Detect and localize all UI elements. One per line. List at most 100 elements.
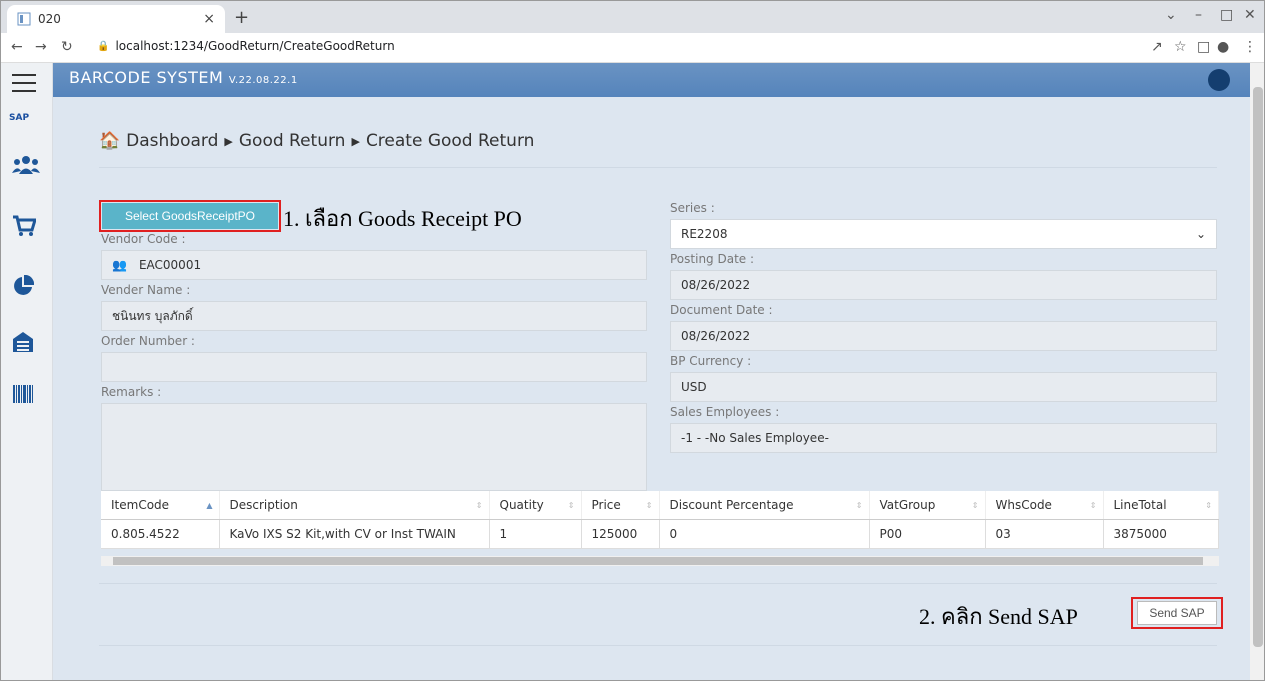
bookmark-star-icon[interactable]: ☆ [1174, 39, 1187, 55]
scrollbar-thumb[interactable] [113, 557, 1203, 565]
home-icon: 🏠 [99, 131, 121, 151]
user-account-icon[interactable] [1208, 69, 1230, 91]
barcode-icon[interactable] [12, 385, 34, 403]
hamburger-menu-icon[interactable] [12, 74, 36, 92]
sort-icon: ⇕ [475, 501, 483, 510]
remarks-label: Remarks : [101, 385, 162, 399]
column-header-price[interactable]: Price ⇕ [581, 491, 660, 520]
back-icon[interactable]: ← [11, 39, 23, 55]
items-table: ItemCode ▲ Description ⇕ Quatity ⇕ Price ⇕ D… [101, 491, 1219, 549]
send-sap-button[interactable]: Send SAP [1137, 601, 1217, 625]
column-header-linetotal[interactable]: LineTotal ⇕ [1103, 491, 1219, 520]
users-icon: 👥 [112, 258, 127, 272]
sidebar: SAP [1, 63, 53, 680]
table-horizontal-scrollbar[interactable] [101, 556, 1219, 566]
app-brand: BARCODE SYSTEM V.22.08.22.1 [69, 68, 298, 87]
breadcrumb-arrow-icon: ▶ [224, 134, 233, 148]
warehouse-icon[interactable] [12, 331, 34, 353]
new-tab-button[interactable]: + [234, 7, 249, 28]
column-header-discount[interactable]: Discount Percentage ⇕ [659, 491, 870, 520]
series-label: Series : [670, 201, 715, 215]
sort-icon: ⇕ [971, 501, 979, 510]
order-number-label: Order Number : [101, 334, 195, 348]
sort-asc-icon: ▲ [206, 501, 213, 510]
pie-chart-icon[interactable] [12, 275, 34, 297]
tab-title: 020 [38, 12, 61, 26]
table-header-row: ItemCode ▲ Description ⇕ Quatity ⇕ Price ⇕ D… [101, 491, 1219, 520]
sales-employees-field[interactable]: -1 - -No Sales Employee- [670, 423, 1217, 453]
url-text: localhost:1234/GoodReturn/CreateGoodRetu… [115, 39, 395, 53]
breadcrumb-create-good-return: Create Good Return [365, 131, 535, 151]
sales-employees-label: Sales Employees : [670, 405, 780, 419]
profile-icon[interactable]: ● [1217, 39, 1229, 55]
chevron-down-icon: ⌄ [1195, 227, 1206, 241]
reload-icon[interactable]: ↻ [61, 39, 73, 55]
highlight-box [99, 200, 281, 232]
sort-icon: ⇕ [1205, 501, 1212, 510]
sort-icon: ⇕ [1089, 501, 1097, 510]
column-header-whscode[interactable]: WhsCode ⇕ [985, 491, 1104, 520]
browser-tab[interactable]: 020 × [7, 5, 225, 33]
column-header-quantity[interactable]: Quatity ⇕ [489, 491, 582, 520]
posting-date-field[interactable]: 08/26/2022 [670, 270, 1217, 300]
minimize-icon[interactable]: – [1195, 7, 1202, 23]
table-row[interactable]: 0.805.4522 KaVo IXS S2 Kit,with CV or In… [101, 519, 1219, 549]
divider [99, 167, 1217, 168]
main-content: 🏠 Dashboard ▶ Good Return ▶ Create Good … [53, 97, 1250, 680]
users-icon[interactable] [12, 155, 40, 175]
series-value: RE2208 [681, 227, 728, 241]
document-date-field[interactable]: 08/26/2022 [670, 321, 1217, 351]
brand-name: BARCODE SYSTEM [69, 68, 224, 87]
sort-icon: ⇕ [645, 501, 653, 510]
vendor-code-field[interactable]: 👥 EAC00001 [101, 250, 647, 280]
sales-employees-value: -1 - -No Sales Employee- [681, 431, 829, 445]
cell-price: 125000 [581, 519, 660, 549]
breadcrumb-good-return[interactable]: Good Return [239, 131, 346, 151]
browser-menu-icon[interactable]: ⋮ [1243, 39, 1257, 55]
sort-icon: ⇕ [567, 501, 575, 510]
browser-tabbar: 020 × + ⌄ – □ ✕ [1, 1, 1264, 33]
page-vertical-scrollbar[interactable] [1250, 63, 1264, 680]
order-number-field[interactable] [101, 352, 647, 382]
cell-whscode: 03 [985, 519, 1104, 549]
posting-date-value: 08/26/2022 [681, 278, 751, 292]
lock-icon: 🔒 [97, 40, 110, 52]
remarks-textarea[interactable] [101, 403, 647, 491]
divider [99, 645, 1217, 646]
screen: 020 × + ⌄ – □ ✕ ← → ↻ 🔒 localhost:1234/G… [0, 0, 1265, 681]
page-favicon-icon [17, 12, 31, 26]
sort-icon: ⇕ [855, 501, 863, 510]
app-version: V.22.08.22.1 [228, 75, 298, 86]
series-select[interactable]: RE2208 ⌄ [670, 219, 1217, 249]
column-header-vatgroup[interactable]: VatGroup ⇕ [869, 491, 986, 520]
cell-vatgroup: P00 [869, 519, 986, 549]
cell-linetotal: 3875000 [1103, 519, 1219, 549]
bp-currency-label: BP Currency : [670, 354, 752, 368]
sap-logo: SAP [9, 113, 30, 123]
column-header-itemcode[interactable]: ItemCode ▲ [101, 491, 220, 520]
bp-currency-field[interactable]: USD [670, 372, 1217, 402]
maximize-icon[interactable]: □ [1220, 7, 1233, 23]
tab-search-chevron-icon[interactable]: ⌄ [1165, 7, 1177, 23]
column-header-description[interactable]: Description ⇕ [219, 491, 490, 520]
breadcrumb-dashboard[interactable]: Dashboard [126, 131, 218, 151]
vendor-name-value: ชนินทร บุลภักดิ์ [112, 308, 193, 323]
tab-close-icon[interactable]: × [203, 11, 215, 27]
posting-date-label: Posting Date : [670, 252, 755, 266]
bp-currency-value: USD [681, 380, 707, 394]
step1-annotation: 1. เลือก Goods Receipt PO [283, 206, 522, 231]
vendor-code-label: Vendor Code : [101, 232, 186, 246]
cell-itemcode: 0.805.4522 [101, 519, 220, 549]
vendor-code-value: EAC00001 [138, 258, 202, 272]
vendor-name-field[interactable]: ชนินทร บุลภักดิ์ [101, 301, 647, 331]
cart-icon[interactable] [12, 215, 36, 237]
forward-icon[interactable]: → [35, 39, 47, 55]
step2-annotation: 2. คลิก Send SAP [919, 604, 1078, 629]
side-panel-icon[interactable]: □ [1197, 39, 1210, 55]
document-date-label: Document Date : [670, 303, 773, 317]
url-field[interactable]: 🔒 localhost:1234/GoodReturn/CreateGoodRe… [97, 39, 395, 53]
scrollbar-thumb[interactable] [1253, 87, 1263, 647]
close-window-icon[interactable]: ✕ [1244, 7, 1256, 23]
share-icon[interactable]: ↗ [1151, 39, 1163, 55]
document-date-value: 08/26/2022 [681, 329, 751, 343]
